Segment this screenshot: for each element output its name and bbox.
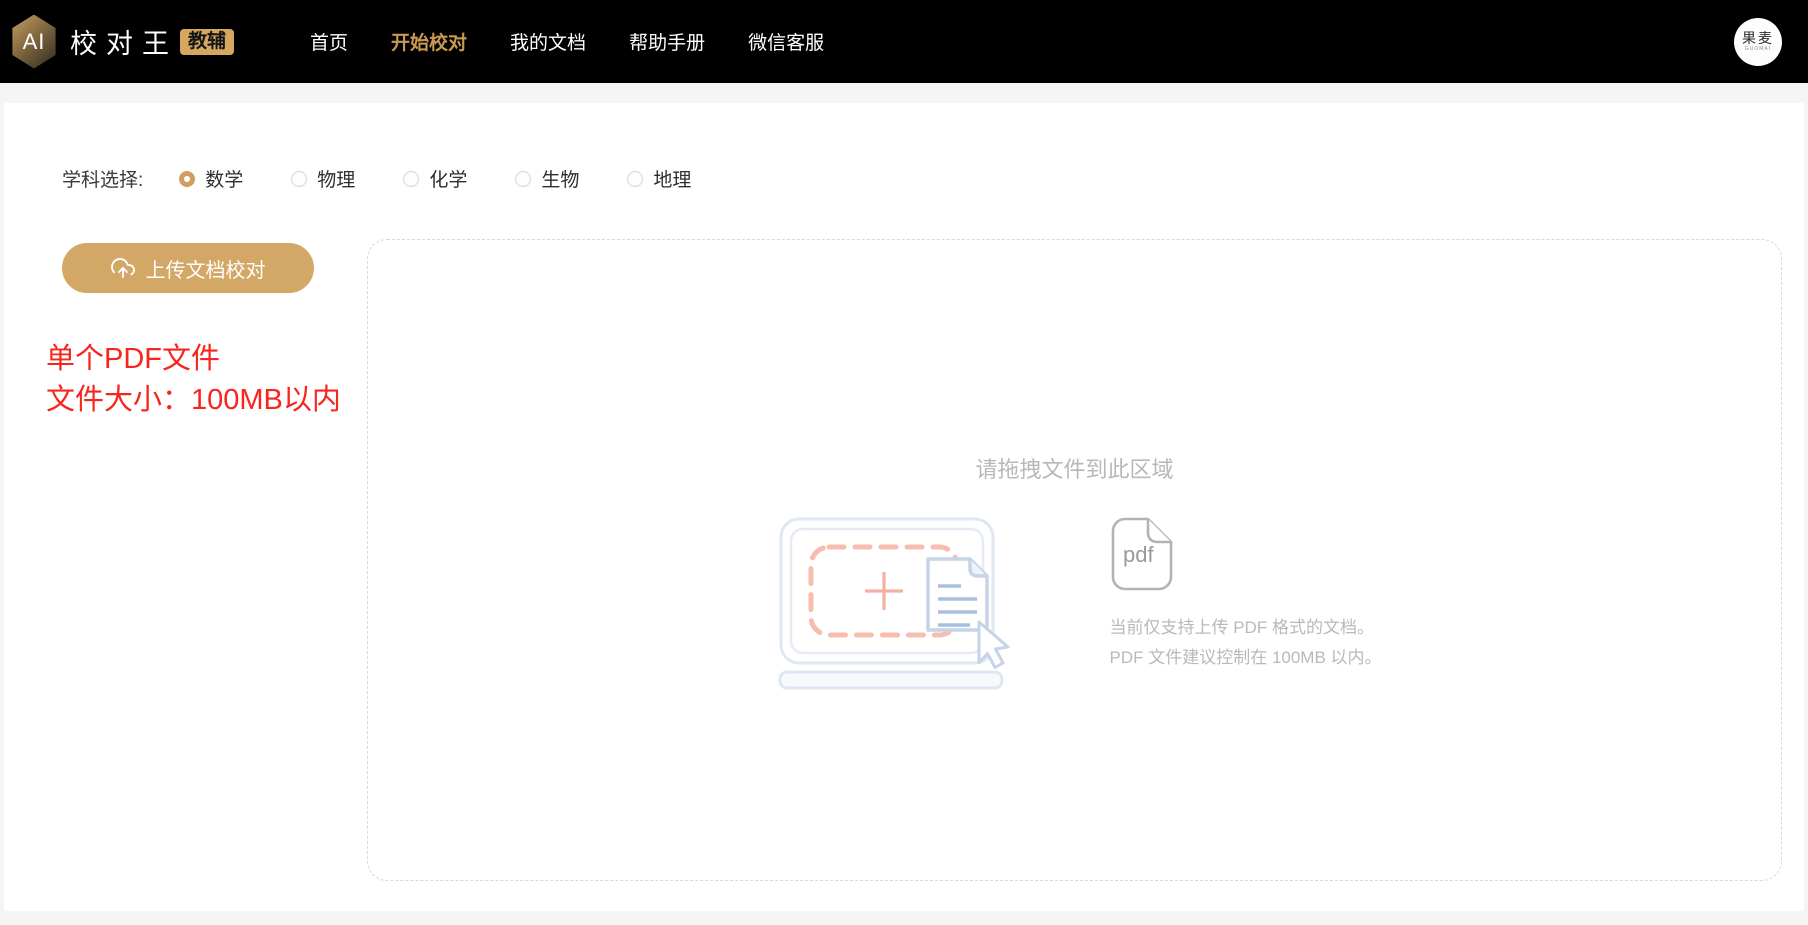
upload-requirements-notice: 单个PDF文件 文件大小：100MB以内 [46,339,367,421]
laptop-drag-illustration-icon [778,517,1009,690]
radio-circle-icon [179,170,196,187]
nav-item-my-documents[interactable]: 我的文档 [508,22,588,61]
nav-item-home[interactable]: 首页 [308,22,350,61]
file-dropzone[interactable]: 请拖拽文件到此区域 pdf 当前仅支持上传 PDF 格式的文档。 PDF 文件建… [367,239,1782,881]
pdf-hint-line-2: PDF 文件建议控制在 100MB 以内。 [1109,648,1382,667]
radio-circle-icon [627,170,644,187]
subject-select-row: 学科选择: 数学 物理 化学 生物 地理 [46,165,1804,192]
radio-label: 数学 [205,170,244,191]
pdf-format-info: pdf 当前仅支持上传 PDF 格式的文档。 PDF 文件建议控制在 100MB… [1109,516,1382,673]
notice-line-2: 文件大小：100MB以内 [46,384,341,416]
radio-subject-physics[interactable]: 物理 [291,165,355,192]
pdf-file-icon: pdf [1111,517,1172,591]
hexagon-logo-icon: AI [12,14,56,69]
logo-ai-text: AI [22,28,46,54]
upload-left-column: 上传文档校对 单个PDF文件 文件大小：100MB以内 [46,239,367,881]
main-nav: 首页 开始校对 我的文档 帮助手册 微信客服 [308,22,826,61]
upload-document-button[interactable]: 上传文档校对 [62,243,314,293]
radio-subject-chemistry[interactable]: 化学 [403,165,467,192]
nav-item-help-manual[interactable]: 帮助手册 [627,22,707,61]
nav-item-wechat-support[interactable]: 微信客服 [746,22,826,61]
pdf-hint-line-1: 当前仅支持上传 PDF 格式的文档。 [1109,618,1374,637]
dropzone-illustration-row: pdf 当前仅支持上传 PDF 格式的文档。 PDF 文件建议控制在 100MB… [778,516,1382,692]
page-body: 学科选择: 数学 物理 化学 生物 地理 上传文档校对 单个PDF文件 文件大小… [0,83,1808,925]
dropzone-title: 请拖拽文件到此区域 [975,457,1174,482]
app-logo[interactable]: AI 校对王 教辅 [10,14,235,69]
content-card: 学科选择: 数学 物理 化学 生物 地理 上传文档校对 单个PDF文件 文件大小… [4,103,1804,911]
nav-item-start-proofread[interactable]: 开始校对 [389,22,469,61]
brand-avatar[interactable]: 果麦 GUOMAI [1734,17,1782,66]
pdf-hint-text: 当前仅支持上传 PDF 格式的文档。 PDF 文件建议控制在 100MB 以内。 [1109,613,1382,673]
upload-button-label: 上传文档校对 [145,259,266,282]
radio-circle-icon [291,170,308,187]
radio-subject-math[interactable]: 数学 [179,165,243,192]
radio-circle-icon [403,170,420,187]
subject-select-label: 学科选择: [62,170,144,191]
avatar-brand-name: 果麦 [1742,29,1774,46]
subject-options: 数学 物理 化学 生物 地理 [179,165,691,192]
upload-section: 上传文档校对 单个PDF文件 文件大小：100MB以内 请拖拽文件到此区域 pd… [46,239,1804,881]
radio-label: 地理 [653,170,692,191]
radio-subject-biology[interactable]: 生物 [515,165,579,192]
cloud-upload-icon [110,258,135,278]
radio-circle-icon [515,170,532,187]
edition-badge: 教辅 [180,28,235,55]
avatar-brand-name-en: GUOMAI [1744,45,1772,52]
app-title: 校对王 [70,29,178,59]
top-navbar: AI 校对王 教辅 首页 开始校对 我的文档 帮助手册 微信客服 果麦 GUOM… [0,0,1808,83]
svg-text:pdf: pdf [1123,542,1154,567]
radio-label: 物理 [317,170,356,191]
radio-subject-geography[interactable]: 地理 [627,165,691,192]
radio-label: 化学 [429,170,468,191]
radio-label: 生物 [541,170,580,191]
notice-line-1: 单个PDF文件 [46,343,221,375]
